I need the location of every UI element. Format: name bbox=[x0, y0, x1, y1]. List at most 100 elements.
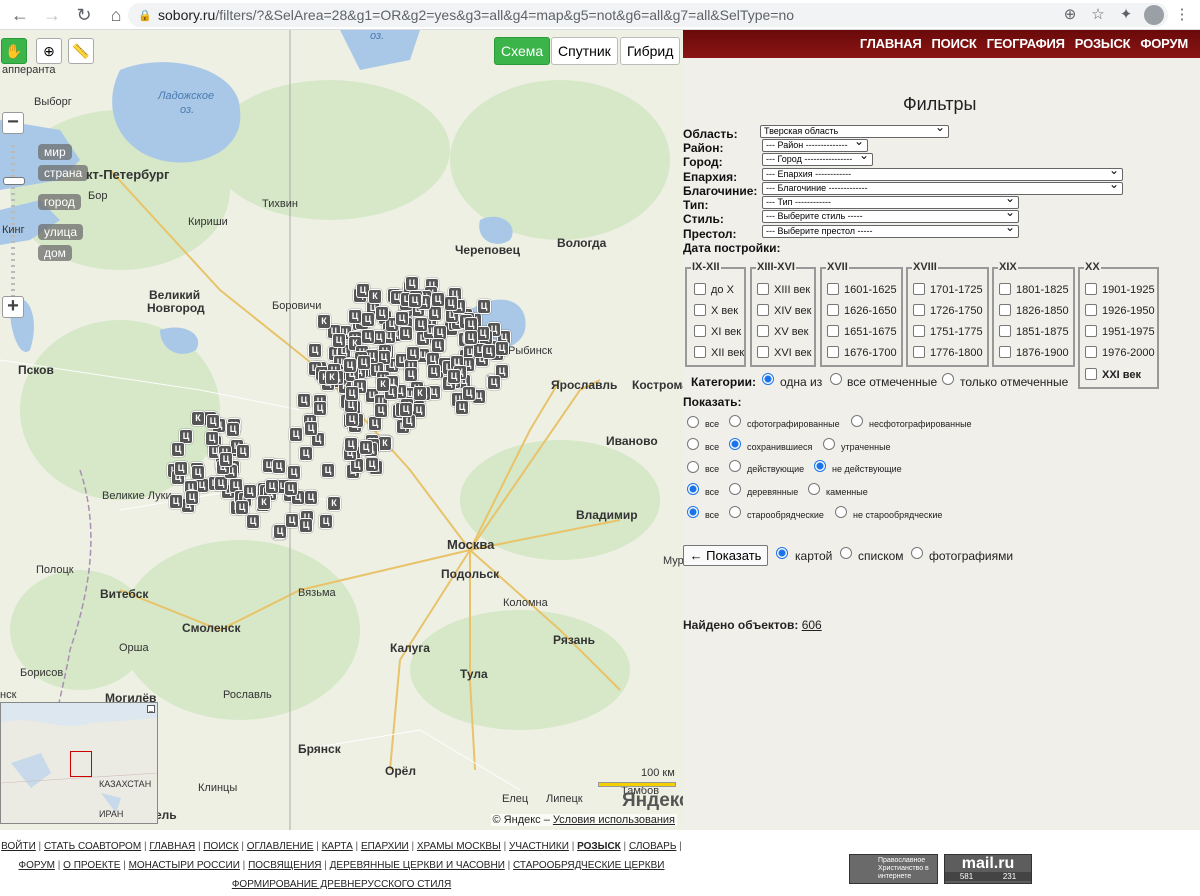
radio[interactable] bbox=[729, 483, 741, 495]
footer-link[interactable]: СТАРООБРЯДЧЕСКИЕ ЦЕРКВИ bbox=[513, 860, 664, 871]
profile-avatar[interactable] bbox=[1144, 5, 1164, 25]
radio[interactable] bbox=[687, 416, 699, 428]
church-marker-icon[interactable]: Ц bbox=[219, 452, 233, 467]
checkbox[interactable] bbox=[694, 283, 706, 295]
church-marker-icon[interactable]: К bbox=[257, 495, 271, 510]
church-marker-icon[interactable]: Ц bbox=[265, 479, 279, 494]
radio[interactable] bbox=[729, 415, 741, 427]
zoom-icon[interactable]: ⊕ bbox=[1056, 3, 1084, 27]
church-marker-icon[interactable]: К bbox=[413, 386, 427, 401]
church-marker-icon[interactable]: Ц bbox=[205, 431, 219, 446]
footer-link[interactable]: ПОИСК bbox=[203, 841, 238, 852]
checkbox[interactable] bbox=[1085, 346, 1097, 358]
radio[interactable] bbox=[729, 506, 741, 518]
zoom-label-world[interactable]: мир bbox=[38, 144, 72, 160]
minimap[interactable]: КАЗАХСТАН ИРАН _ bbox=[0, 702, 158, 824]
church-marker-icon[interactable]: Ц bbox=[343, 358, 357, 373]
city-select[interactable]: --- Город ---------------- bbox=[762, 150, 873, 166]
church-marker-icon[interactable]: К bbox=[378, 436, 392, 451]
church-marker-icon[interactable]: Ц bbox=[299, 446, 313, 461]
star-icon[interactable]: ☆ bbox=[1084, 3, 1112, 27]
nav-main[interactable]: ГЛАВНАЯ bbox=[860, 36, 922, 51]
radio[interactable] bbox=[729, 438, 741, 450]
church-marker-icon[interactable]: Ц bbox=[345, 386, 359, 401]
church-marker-icon[interactable]: К bbox=[327, 496, 341, 511]
footer-link[interactable]: ОГЛАВЛЕНИЕ bbox=[247, 841, 314, 852]
church-marker-icon[interactable]: Ц bbox=[313, 401, 327, 416]
menu-icon[interactable]: ⋮ bbox=[1168, 3, 1196, 27]
church-marker-icon[interactable]: Ц bbox=[299, 518, 313, 533]
radio[interactable] bbox=[840, 547, 852, 559]
radio[interactable] bbox=[823, 438, 835, 450]
church-marker-icon[interactable]: Ц bbox=[476, 326, 490, 341]
church-marker-icon[interactable]: Ц bbox=[304, 421, 318, 436]
church-marker-icon[interactable]: Ц bbox=[477, 299, 491, 314]
forward-icon[interactable]: → bbox=[40, 3, 64, 27]
checkbox[interactable] bbox=[1085, 325, 1097, 337]
church-marker-icon[interactable]: Ц bbox=[284, 481, 298, 496]
radio[interactable] bbox=[776, 547, 788, 559]
address-bar[interactable]: 🔒 sobory.ru/filters/?&SelArea=28&g1=OR&g… bbox=[128, 3, 1168, 27]
church-marker-icon[interactable]: Ц bbox=[365, 457, 379, 472]
footer-link[interactable]: ФОРМИРОВАНИЕ ДРЕВНЕРУССКОГО СТИЛЯ bbox=[232, 879, 451, 890]
minimap-collapse-icon[interactable]: _ bbox=[147, 705, 155, 713]
checkbox[interactable] bbox=[1085, 304, 1097, 316]
footer-link[interactable]: СТАТЬ СОАВТОРОМ bbox=[44, 841, 141, 852]
church-marker-icon[interactable]: Ц bbox=[374, 403, 388, 418]
church-marker-icon[interactable]: Ц bbox=[405, 276, 419, 291]
footer-link[interactable]: КАРТА bbox=[322, 841, 353, 852]
church-marker-icon[interactable]: К bbox=[191, 411, 205, 426]
zoom-label-house[interactable]: дом bbox=[38, 245, 72, 261]
checkbox[interactable] bbox=[1085, 283, 1097, 295]
church-marker-icon[interactable]: К bbox=[368, 289, 382, 304]
church-marker-icon[interactable]: Ц bbox=[332, 333, 346, 348]
church-marker-icon[interactable]: Ц bbox=[235, 500, 249, 515]
church-marker-icon[interactable]: Ц bbox=[357, 355, 371, 370]
nav-search[interactable]: ПОИСК bbox=[932, 36, 977, 51]
radio[interactable] bbox=[851, 415, 863, 427]
checkbox[interactable] bbox=[913, 346, 925, 358]
back-icon[interactable]: ← bbox=[8, 3, 32, 27]
show-button[interactable]: ← Показать bbox=[683, 545, 768, 566]
church-marker-icon[interactable]: Ц bbox=[361, 329, 375, 344]
orthodox-badge[interactable]: Православное Христианство в интернете bbox=[849, 854, 938, 884]
church-marker-icon[interactable]: Ц bbox=[308, 343, 322, 358]
checkbox[interactable] bbox=[694, 325, 706, 337]
church-marker-icon[interactable]: Ц bbox=[289, 427, 303, 442]
home-icon[interactable]: ⌂ bbox=[104, 3, 128, 27]
footer-link[interactable]: СЛОВАРЬ bbox=[629, 841, 676, 852]
church-marker-icon[interactable]: Ц bbox=[344, 437, 358, 452]
checkbox[interactable] bbox=[999, 325, 1011, 337]
checkbox[interactable] bbox=[827, 346, 839, 358]
checkbox[interactable] bbox=[757, 283, 769, 295]
church-marker-icon[interactable]: К bbox=[325, 370, 339, 385]
church-marker-icon[interactable]: Ц bbox=[185, 490, 199, 505]
church-marker-icon[interactable]: Ц bbox=[206, 414, 220, 429]
checkbox[interactable] bbox=[694, 304, 706, 316]
type-select[interactable]: --- Тип ------------ bbox=[762, 193, 1019, 209]
church-marker-icon[interactable]: К bbox=[317, 314, 331, 329]
church-marker-icon[interactable]: Ц bbox=[462, 386, 476, 401]
church-marker-icon[interactable]: К bbox=[376, 377, 390, 392]
checkbox[interactable] bbox=[1085, 368, 1097, 380]
extensions-icon[interactable]: ✦ bbox=[1112, 3, 1140, 27]
mailru-counter[interactable]: mail.ru 581 231 bbox=[944, 854, 1032, 884]
found-count-link[interactable]: 606 bbox=[802, 618, 822, 632]
eparchy-select[interactable]: --- Епархия ------------ bbox=[762, 165, 1123, 181]
checkbox[interactable] bbox=[913, 304, 925, 316]
church-marker-icon[interactable]: Ц bbox=[482, 344, 496, 359]
church-marker-icon[interactable]: Ц bbox=[243, 484, 257, 499]
checkbox[interactable] bbox=[827, 283, 839, 295]
footer-link[interactable]: МОНАСТЫРИ РОССИИ bbox=[129, 860, 240, 871]
church-marker-icon[interactable]: Ц bbox=[348, 309, 362, 324]
checkbox[interactable] bbox=[827, 325, 839, 337]
church-marker-icon[interactable]: Ц bbox=[226, 422, 240, 437]
footer-link[interactable]: ВОЙТИ bbox=[1, 841, 36, 852]
church-marker-icon[interactable]: Ц bbox=[464, 330, 478, 345]
radio[interactable] bbox=[687, 438, 699, 450]
radio[interactable] bbox=[814, 460, 826, 472]
terms-link[interactable]: Условия использования bbox=[553, 814, 675, 826]
church-marker-icon[interactable]: Ц bbox=[319, 514, 333, 529]
magnifier-tool-icon[interactable]: ⊕ bbox=[36, 38, 62, 64]
church-marker-icon[interactable]: Ц bbox=[414, 317, 428, 332]
